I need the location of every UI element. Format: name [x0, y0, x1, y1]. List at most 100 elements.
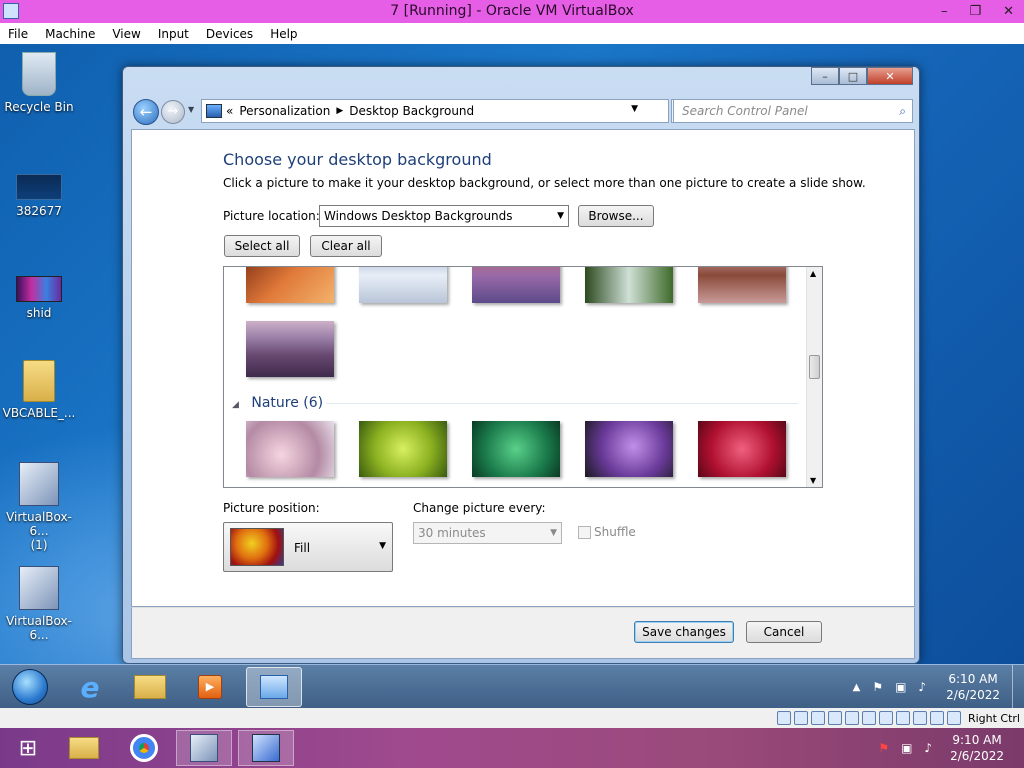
- taskbar-control-panel[interactable]: [246, 667, 302, 707]
- page-instruction: Click a picture to make it your desktop …: [223, 176, 866, 190]
- menu-machine[interactable]: Machine: [45, 27, 95, 41]
- desktop-icon-382677[interactable]: 382677: [0, 174, 78, 218]
- show-hidden-icons[interactable]: ▲: [853, 682, 861, 693]
- desktop-icon-vbcable[interactable]: VBCABLE_...: [0, 360, 78, 420]
- chevron-down-icon: ▼: [557, 211, 564, 221]
- close-button[interactable]: ✕: [867, 67, 913, 85]
- wallpaper-thumbnail[interactable]: [698, 421, 786, 477]
- network-icon[interactable]: ▣: [901, 741, 912, 755]
- host-file-explorer[interactable]: [56, 730, 112, 766]
- menu-input[interactable]: Input: [158, 27, 189, 41]
- close-icon[interactable]: ✕: [1003, 0, 1014, 23]
- hard-disk-icon[interactable]: [776, 711, 791, 725]
- audio-icon[interactable]: [810, 711, 825, 725]
- save-changes-button[interactable]: Save changes: [634, 621, 734, 643]
- taskbar-media-player[interactable]: ▶: [182, 667, 238, 707]
- cpu-icon[interactable]: [912, 711, 927, 725]
- wallpaper-thumbnail[interactable]: [359, 267, 447, 303]
- desktop-icon-virtualbox-2[interactable]: VirtualBox-6...: [0, 566, 78, 642]
- desktop-icon-label: shid: [26, 306, 52, 320]
- host-start-button[interactable]: ⊞: [0, 730, 56, 766]
- wallpaper-thumbnail[interactable]: [246, 267, 334, 303]
- vm-status-bar: Right Ctrl: [0, 708, 1024, 728]
- usb-icon[interactable]: [844, 711, 859, 725]
- collapse-triangle-icon[interactable]: ◢: [232, 400, 239, 410]
- forward-arrow-icon: →: [167, 104, 179, 119]
- guest-system-tray: ▲ ⚑ ▣ ♪ 6:10 AM 2/6/2022: [847, 665, 1024, 708]
- host-clock[interactable]: 9:10 AM 2/6/2022: [950, 732, 1004, 764]
- select-all-button[interactable]: Select all: [224, 235, 300, 257]
- wallpaper-thumbnail[interactable]: [585, 267, 673, 303]
- minimize-button[interactable]: –: [811, 67, 839, 85]
- scrollbar-thumb[interactable]: [809, 355, 820, 379]
- image-file-icon: [16, 174, 62, 200]
- desktop-icon-shid[interactable]: shid: [0, 276, 78, 320]
- shared-folders-icon[interactable]: [861, 711, 876, 725]
- host-virtualbox-manager[interactable]: [176, 730, 232, 766]
- change-interval-select[interactable]: 30 minutes ▼: [413, 522, 562, 544]
- desktop-icon-virtualbox-1[interactable]: VirtualBox-6... (1): [0, 462, 78, 552]
- shuffle-checkbox[interactable]: [578, 526, 591, 539]
- volume-icon[interactable]: ♪: [924, 741, 932, 755]
- chrome-icon: [130, 734, 158, 762]
- breadcrumb-chevron-icon[interactable]: ▶: [336, 106, 343, 116]
- recent-pages-chevron-icon[interactable]: ▼: [188, 105, 194, 114]
- cancel-button[interactable]: Cancel: [746, 621, 822, 643]
- taskbar-explorer[interactable]: [122, 667, 178, 707]
- recording-icon[interactable]: [895, 711, 910, 725]
- network-icon[interactable]: ▣: [895, 680, 906, 694]
- menu-help[interactable]: Help: [270, 27, 297, 41]
- scroll-up-icon[interactable]: ▲: [810, 269, 816, 278]
- wallpaper-thumbnail[interactable]: [585, 421, 673, 477]
- flag-icon[interactable]: ⚑: [872, 680, 883, 694]
- gallery-scrollbar[interactable]: ▲ ▼: [806, 267, 822, 487]
- volume-icon[interactable]: ♪: [918, 680, 926, 694]
- breadcrumb-personalization[interactable]: Personalization: [239, 104, 330, 118]
- optical-drive-icon[interactable]: [793, 711, 808, 725]
- nature-section-header[interactable]: ◢ Nature (6): [232, 395, 798, 411]
- desktop-icon-label: VirtualBox-6...: [6, 614, 72, 642]
- mouse-integration-icon[interactable]: [929, 711, 944, 725]
- flag-alert-icon[interactable]: ⚑: [878, 741, 889, 755]
- maximize-button[interactable]: □: [839, 67, 867, 85]
- content-pane: Choose your desktop background Click a p…: [131, 129, 915, 607]
- position-preview-icon: [230, 528, 284, 566]
- menu-devices[interactable]: Devices: [206, 27, 253, 41]
- address-dropdown-icon[interactable]: ▼: [631, 104, 638, 114]
- control-panel-icon: [206, 104, 222, 118]
- back-button[interactable]: ←: [133, 99, 159, 125]
- wallpaper-thumbnail[interactable]: [472, 267, 560, 303]
- search-input[interactable]: Search Control Panel ⌕: [673, 99, 913, 123]
- breadcrumb-desktop-background[interactable]: Desktop Background: [349, 104, 474, 118]
- menu-view[interactable]: View: [112, 27, 140, 41]
- wallpaper-thumbnail[interactable]: [246, 421, 334, 477]
- show-desktop-button[interactable]: [1012, 665, 1024, 708]
- start-button[interactable]: [2, 667, 58, 707]
- display-icon[interactable]: [878, 711, 893, 725]
- guest-clock[interactable]: 6:10 AM 2/6/2022: [946, 671, 1000, 703]
- wallpaper-thumbnail[interactable]: [359, 421, 447, 477]
- restore-icon[interactable]: ❐: [969, 0, 981, 23]
- picture-position-select[interactable]: Fill ▼: [223, 522, 393, 572]
- recycle-bin-icon: [22, 52, 56, 96]
- address-bar[interactable]: « Personalization ▶ Desktop Background ▼: [201, 99, 669, 123]
- picture-location-select[interactable]: Windows Desktop Backgrounds ▼: [319, 205, 569, 227]
- wallpaper-thumbnail[interactable]: [698, 267, 786, 303]
- wallpaper-thumbnail[interactable]: [472, 421, 560, 477]
- minimize-icon[interactable]: –: [941, 0, 948, 23]
- network-adapter-icon[interactable]: [827, 711, 842, 725]
- host-taskbar: ⊞ ⚑ ▣ ♪ 9:10 AM 2/6/2022: [0, 728, 1024, 768]
- page-title: Choose your desktop background: [223, 150, 492, 169]
- wallpaper-thumbnail[interactable]: [246, 321, 334, 377]
- desktop-icon-recycle-bin[interactable]: Recycle Bin: [0, 52, 78, 114]
- forward-button[interactable]: →: [161, 100, 185, 124]
- chevron-down-icon: ▼: [379, 541, 386, 551]
- browse-button[interactable]: Browse...: [578, 205, 654, 227]
- keyboard-icon[interactable]: [946, 711, 961, 725]
- menu-file[interactable]: File: [8, 27, 28, 41]
- host-chrome[interactable]: [116, 730, 172, 766]
- clear-all-button[interactable]: Clear all: [310, 235, 382, 257]
- host-vm-window[interactable]: [238, 730, 294, 766]
- scroll-down-icon[interactable]: ▼: [810, 476, 816, 485]
- taskbar-internet-explorer[interactable]: e: [62, 667, 118, 707]
